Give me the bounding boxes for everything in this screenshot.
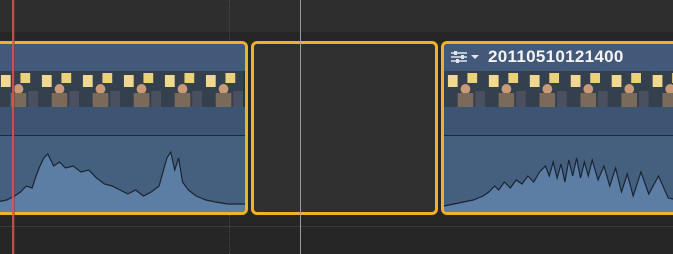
- sliders-icon[interactable]: [450, 50, 468, 64]
- timeline-ruler[interactable]: [0, 0, 673, 32]
- chevron-down-icon[interactable]: [471, 53, 479, 61]
- skimmer-line[interactable]: [300, 0, 301, 254]
- playhead-shadow: [14, 0, 15, 254]
- clip-filmstrip: [0, 71, 245, 107]
- timeline[interactable]: 20110510121400: [0, 0, 673, 254]
- clip-header: [0, 44, 245, 71]
- track-divider: [0, 226, 673, 227]
- video-clip-1[interactable]: [0, 41, 248, 215]
- gap-clip[interactable]: [251, 41, 438, 215]
- video-clip-2[interactable]: 20110510121400: [441, 41, 673, 215]
- clip-audio-waveform: [444, 136, 673, 212]
- clip-title: 20110510121400: [488, 47, 624, 66]
- clip-filmstrip: [444, 71, 673, 107]
- clip-audio-waveform: [0, 136, 245, 212]
- clip-header: 20110510121400: [444, 44, 673, 71]
